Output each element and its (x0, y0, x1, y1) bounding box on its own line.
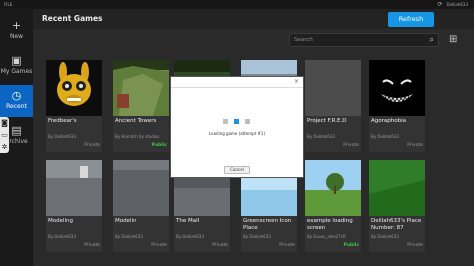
sidebar-item-my-games[interactable]: ▣ My Games (0, 50, 33, 82)
dialog-divider (171, 87, 303, 88)
game-card[interactable]: Agoraphobia By Delilah633 Private (369, 60, 425, 152)
game-author: By Evazu_alex27cR (307, 234, 346, 239)
game-card[interactable]: Delilah633's Place Number: 87 By Delilah… (369, 160, 425, 252)
game-status: Public (151, 143, 167, 148)
file-menu[interactable]: FILE (4, 0, 12, 9)
game-name: The Mall (176, 218, 200, 224)
loading-dot (234, 119, 239, 124)
game-status: Private (212, 243, 228, 248)
loading-dot (245, 119, 250, 124)
game-thumbnail (305, 160, 361, 216)
grid-view-icon[interactable]: ⊞ (449, 34, 457, 46)
game-author: By Delilah633 (48, 134, 76, 139)
clock-icon: ◷ (11, 89, 22, 102)
game-thumbnail (113, 160, 169, 216)
game-card[interactable]: Project F.R.E.D By Delilah633 Private (305, 60, 361, 152)
game-card[interactable]: example loading screen By Evazu_alex27cR… (305, 160, 361, 252)
game-author: By Delilah633 (243, 234, 271, 239)
sidebar-item-label: My Games (0, 68, 33, 75)
game-status: Private (84, 243, 100, 248)
game-author: By Delilah633 (48, 234, 76, 239)
loading-message: Loading game (attempt #1) (208, 131, 265, 136)
game-status: Public (343, 243, 359, 248)
game-name: Agoraphobia (371, 118, 406, 124)
game-thumbnail (46, 60, 102, 116)
game-status: Private (151, 243, 167, 248)
loading-dialog: × Loading game (attempt #1) Cancel (170, 76, 304, 178)
refresh-button[interactable]: Refresh (388, 12, 434, 27)
game-name: Greenscreen Icon Place (243, 218, 292, 231)
camera-icon[interactable]: ◙ (0, 117, 9, 129)
game-thumbnail (305, 60, 361, 116)
game-status: Private (407, 243, 423, 248)
page-title: Recent Games (42, 14, 103, 23)
game-name: Project F.R.E.D (307, 118, 347, 124)
game-status: Private (279, 243, 295, 248)
game-card[interactable]: Ancient Towers By Hamlich by studios Pub… (113, 60, 169, 152)
game-author: By Delilah633 (307, 134, 335, 139)
sidebar-item-new[interactable]: + New (0, 15, 33, 47)
game-author: By Delilah633 (371, 134, 399, 139)
loading-dot (223, 119, 228, 124)
search-input[interactable] (294, 35, 419, 45)
roblox-studio-window: FILE ⟳ Delilah633 + New ▣ My Games ◷ Rec… (0, 0, 474, 266)
game-status: Private (84, 143, 100, 148)
floating-toolbar: ◙ ▭ ✲ (0, 117, 9, 153)
game-thumbnail (46, 160, 102, 216)
game-thumbnail (369, 160, 425, 216)
sync-icon[interactable]: ⟳ (437, 0, 442, 9)
game-author: By Delilah633 (371, 234, 399, 239)
username[interactable]: Delilah633 (447, 0, 469, 9)
header: Recent Games Refresh (33, 9, 474, 29)
game-card[interactable]: Fredbear's By Delilah633 Private (46, 60, 102, 152)
loading-indicator (223, 119, 250, 124)
game-name: Ancient Towers (115, 118, 157, 124)
game-author: By Delilah633 (176, 234, 204, 239)
sidebar-item-label: Recent (6, 103, 27, 110)
game-name: Modelin (115, 218, 137, 224)
user-area: ⟳ Delilah633 (437, 0, 468, 9)
game-status: Private (407, 143, 423, 148)
plus-icon: + (11, 19, 22, 32)
game-author: By Hamlich by studios (115, 134, 160, 139)
game-name: Modeling (48, 218, 74, 224)
game-card[interactable]: Modelin By Delilah633 Private (113, 160, 169, 252)
chat-icon[interactable]: ▭ (0, 129, 9, 141)
games-icon: ▣ (11, 54, 22, 67)
cancel-button[interactable]: Cancel (224, 166, 250, 174)
settings-icon[interactable]: ✲ (0, 141, 9, 153)
game-card[interactable]: Modeling By Delilah633 Private (46, 160, 102, 252)
title-bar: FILE ⟳ Delilah633 (0, 0, 474, 9)
close-icon[interactable]: × (294, 78, 299, 85)
game-name: example loading screen (307, 218, 353, 231)
search-icon[interactable]: ⌕ (430, 34, 434, 46)
game-status: Private (343, 143, 359, 148)
sidebar-item-recent[interactable]: ◷ Recent (0, 85, 33, 117)
sidebar-item-label: New (9, 33, 24, 40)
game-thumbnail (369, 60, 425, 116)
game-name: Delilah633's Place Number: 87 (371, 218, 422, 231)
game-name: Fredbear's (48, 118, 77, 124)
game-author: By Delilah633 (115, 234, 143, 239)
game-thumbnail (113, 60, 169, 116)
search-box: ⌕ (289, 33, 439, 47)
